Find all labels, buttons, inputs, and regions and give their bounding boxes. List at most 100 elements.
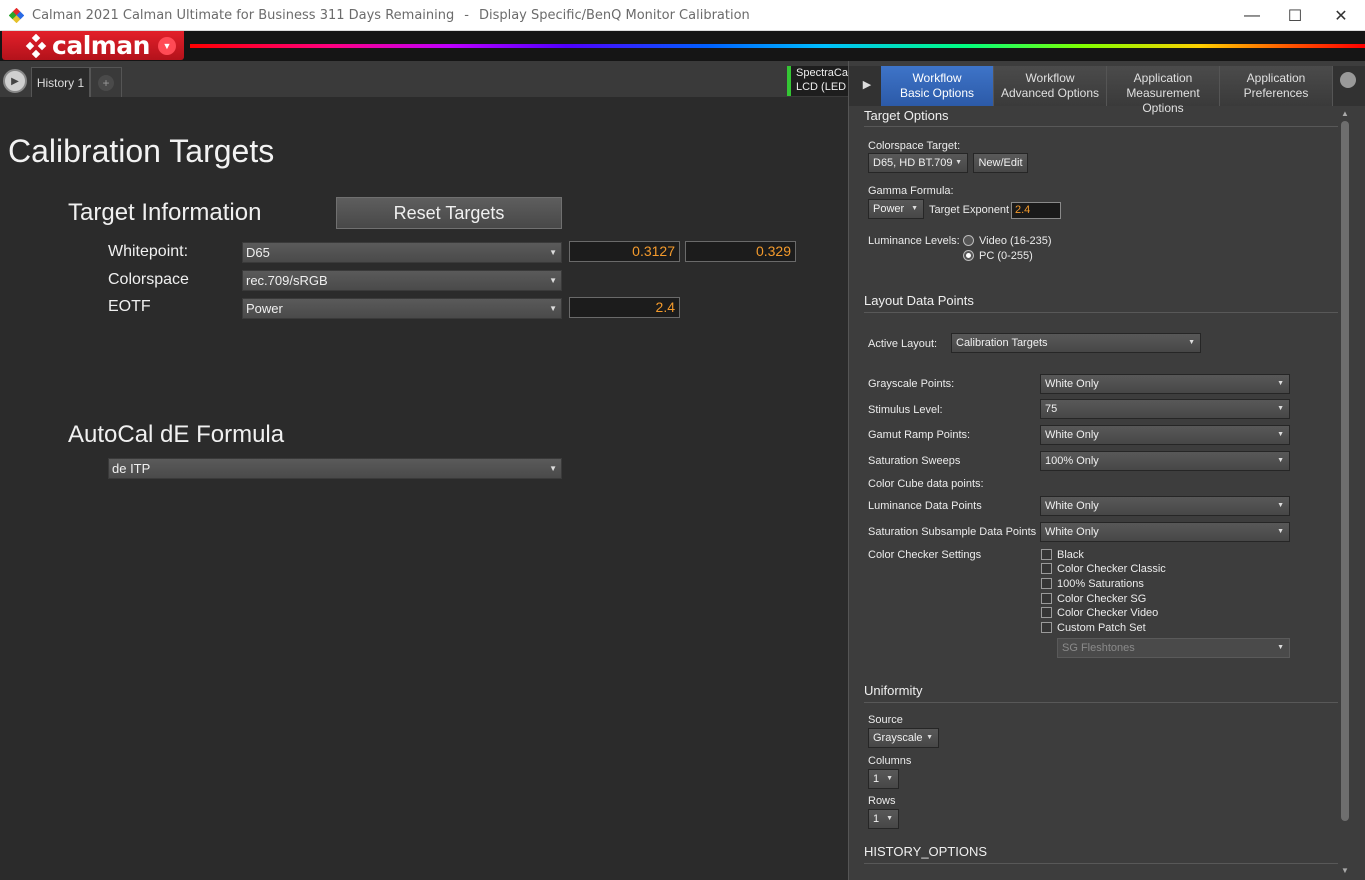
new-edit-button[interactable]: New/Edit bbox=[973, 153, 1028, 173]
layout-data-points-title: Layout Data Points bbox=[864, 293, 974, 308]
maximize-button[interactable]: ☐ bbox=[1272, 0, 1318, 31]
target-exponent-input[interactable]: 2.4 bbox=[1011, 202, 1061, 219]
chevron-down-icon: ▼ bbox=[1277, 431, 1284, 438]
tab-workflow-advanced-options[interactable]: Workflow Advanced Options bbox=[994, 66, 1107, 106]
saturation-sweeps-select[interactable]: 100% Only ▼ bbox=[1040, 451, 1290, 471]
close-button[interactable]: ✕ bbox=[1318, 0, 1364, 31]
active-layout-select[interactable]: Calibration Targets ▼ bbox=[951, 333, 1201, 353]
tab-label-line2: Basic Options bbox=[899, 86, 975, 100]
scroll-up-icon[interactable]: ▲ bbox=[1340, 109, 1350, 119]
tab-label-line1: Workflow bbox=[1025, 71, 1075, 85]
chevron-down-icon: ▼ bbox=[549, 248, 557, 257]
luminance-data-points-select[interactable]: White Only ▼ bbox=[1040, 496, 1290, 516]
uniformity-source-value: Grayscale bbox=[873, 732, 923, 744]
tab-label-line1: Workflow bbox=[912, 71, 962, 85]
device-mode: LCD (LED B bbox=[796, 81, 848, 93]
section-divider bbox=[864, 863, 1338, 864]
scroll-down-icon[interactable]: ▼ bbox=[1340, 866, 1350, 876]
play-icon[interactable]: ▶ bbox=[857, 74, 877, 94]
checkbox-label: Color Checker SG bbox=[1057, 593, 1147, 605]
uniformity-source-label: Source bbox=[868, 714, 903, 726]
meter-device-tag[interactable]: SpectraCal LCD (LED B bbox=[787, 66, 848, 96]
autocal-de-select[interactable]: de ITP ▼ bbox=[108, 458, 562, 479]
reset-targets-button[interactable]: Reset Targets bbox=[336, 197, 562, 229]
saturation-subsample-select[interactable]: White Only ▼ bbox=[1040, 522, 1290, 542]
tab-history-1[interactable]: History 1 bbox=[31, 67, 90, 97]
colorspace-select[interactable]: rec.709/sRGB ▼ bbox=[242, 270, 562, 291]
checkbox-color-checker-sg[interactable] bbox=[1041, 593, 1052, 604]
gamut-ramp-points-value: White Only bbox=[1045, 429, 1099, 441]
uniformity-title: Uniformity bbox=[864, 683, 923, 698]
history-options-title: HISTORY_OPTIONS bbox=[864, 844, 988, 859]
calman-logo-button[interactable]: calman ▼ bbox=[2, 31, 184, 60]
checkbox-label: 100% Saturations bbox=[1057, 578, 1144, 590]
eotf-label: EOTF bbox=[108, 298, 151, 315]
whitepoint-x-field[interactable]: 0.3127 bbox=[569, 241, 680, 262]
checkbox-custom-patch-set[interactable] bbox=[1041, 622, 1052, 633]
calman-app-icon bbox=[9, 8, 24, 23]
scrollbar-thumb[interactable] bbox=[1341, 121, 1349, 821]
whitepoint-select[interactable]: D65 ▼ bbox=[242, 242, 562, 263]
minimize-button[interactable]: — bbox=[1229, 0, 1275, 31]
custom-patch-set-value: SG Fleshtones bbox=[1062, 642, 1135, 654]
tab-application-preferences[interactable]: Application Preferences bbox=[1220, 66, 1333, 106]
checkbox-black[interactable] bbox=[1041, 549, 1052, 560]
colorspace-target-select[interactable]: D65, HD BT.709 ▼ bbox=[868, 153, 968, 173]
target-information-heading: Target Information bbox=[68, 199, 262, 226]
custom-patch-set-select[interactable]: SG Fleshtones ▼ bbox=[1057, 638, 1290, 658]
play-icon[interactable]: ▶ bbox=[3, 69, 27, 93]
uniformity-rows-label: Rows bbox=[868, 795, 896, 807]
gamut-ramp-points-select[interactable]: White Only ▼ bbox=[1040, 425, 1290, 445]
colorspace-value: rec.709/sRGB bbox=[246, 273, 328, 288]
rainbow-stripe bbox=[190, 44, 1365, 48]
luminance-video-radio[interactable] bbox=[963, 235, 974, 246]
chevron-down-icon: ▼ bbox=[549, 464, 557, 473]
options-panel: ▶ Workflow Basic Options Workflow Advanc… bbox=[848, 61, 1365, 880]
color-checker-settings-label: Color Checker Settings bbox=[868, 549, 982, 561]
uniformity-columns-select[interactable]: 1 ▼ bbox=[868, 769, 899, 789]
chevron-down-icon: ▼ bbox=[1277, 405, 1284, 412]
uniformity-source-select[interactable]: Grayscale ▼ bbox=[868, 728, 939, 748]
main-content: Calibration Targets Target Information R… bbox=[0, 97, 848, 880]
checkbox-label: Color Checker Classic bbox=[1057, 563, 1166, 575]
autocal-de-heading: AutoCal dE Formula bbox=[68, 421, 285, 448]
chevron-down-icon: ▼ bbox=[1277, 502, 1284, 509]
chevron-down-icon[interactable]: ▼ bbox=[158, 37, 176, 55]
chevron-down-icon: ▼ bbox=[886, 775, 893, 782]
stimulus-level-label: Stimulus Level: bbox=[868, 404, 943, 416]
checkbox-label: Black bbox=[1057, 549, 1084, 561]
chevron-down-icon: ▼ bbox=[1277, 380, 1284, 387]
brand-bar: calman ▼ bbox=[0, 31, 1365, 61]
tab-label-line2: Preferences bbox=[1243, 86, 1309, 100]
eotf-exponent-field[interactable]: 2.4 bbox=[569, 297, 680, 318]
chevron-down-icon: ▼ bbox=[926, 734, 933, 741]
whitepoint-y-field[interactable]: 0.329 bbox=[685, 241, 796, 262]
tab-label-line2: Measurement Options bbox=[1126, 86, 1200, 115]
stimulus-level-select[interactable]: 75 ▼ bbox=[1040, 399, 1290, 419]
grayscale-points-select[interactable]: White Only ▼ bbox=[1040, 374, 1290, 394]
tab-application-measurement-options[interactable]: Application Measurement Options bbox=[1107, 66, 1220, 115]
luminance-data-points-label: Luminance Data Points bbox=[868, 500, 982, 512]
document-title: Display Specific/BenQ Monitor Calibratio… bbox=[478, 8, 750, 23]
checkbox-color-checker-classic[interactable] bbox=[1041, 563, 1052, 574]
gamma-formula-select[interactable]: Power ▼ bbox=[868, 199, 924, 219]
luminance-pc-radio[interactable] bbox=[963, 250, 974, 261]
device-name: SpectraCal bbox=[796, 67, 848, 79]
gamma-formula-label: Gamma Formula: bbox=[868, 185, 954, 197]
window-titlebar: Calman 2021 Calman Ultimate for Business… bbox=[0, 0, 1365, 31]
uniformity-rows-select[interactable]: 1 ▼ bbox=[868, 809, 899, 829]
luminance-data-points-value: White Only bbox=[1045, 500, 1099, 512]
calman-wordmark: calman bbox=[52, 31, 150, 60]
pin-icon[interactable] bbox=[1340, 72, 1356, 88]
chevron-down-icon: ▼ bbox=[549, 304, 557, 313]
checkbox-color-checker-video[interactable] bbox=[1041, 607, 1052, 618]
eotf-value: Power bbox=[246, 301, 283, 316]
add-tab-button[interactable]: + bbox=[90, 67, 122, 97]
eotf-select[interactable]: Power ▼ bbox=[242, 298, 562, 319]
saturation-subsample-label: Saturation Subsample Data Points bbox=[868, 526, 1037, 538]
color-cube-label: Color Cube data points: bbox=[868, 478, 984, 490]
whitepoint-value: D65 bbox=[246, 245, 270, 260]
checkbox-100-saturations[interactable] bbox=[1041, 578, 1052, 589]
stimulus-level-value: 75 bbox=[1045, 403, 1058, 415]
tab-workflow-basic-options[interactable]: Workflow Basic Options bbox=[881, 66, 994, 106]
